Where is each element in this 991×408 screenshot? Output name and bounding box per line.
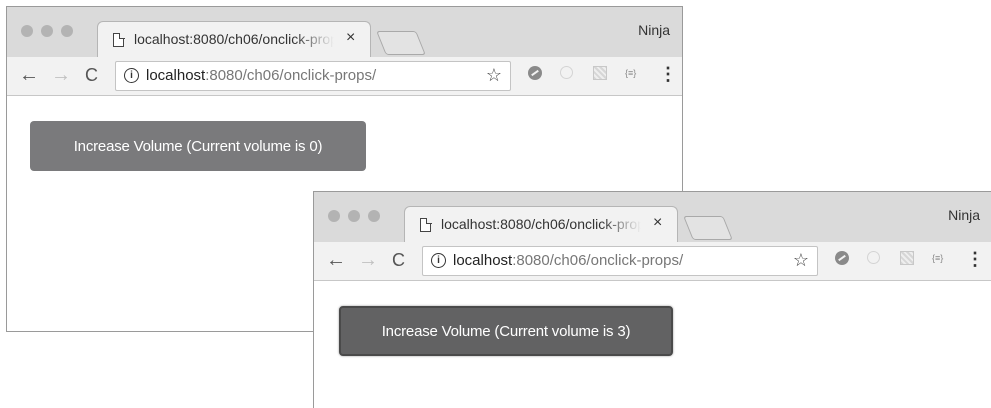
url-text[interactable]: localhost:8080/ch06/onclick-props/: [453, 252, 683, 269]
browser-window-after-clicks: localhost:8080/ch06/onclick-props/ × Nin…: [313, 191, 991, 408]
browser-toolbar: ← → C i localhost:8080/ch06/onclick-prop…: [7, 57, 682, 96]
forward-arrow-icon[interactable]: →: [358, 249, 378, 271]
menu-kebab-icon[interactable]: ⋮: [966, 249, 984, 270]
extension-json-icon[interactable]: {≡}: [932, 251, 952, 265]
profile-name[interactable]: Ninja: [638, 22, 670, 38]
extension-circle-icon[interactable]: [560, 66, 573, 79]
page-content: Increase Volume (Current volume is 3): [314, 281, 991, 408]
reload-icon[interactable]: C: [392, 249, 405, 271]
extension-json-icon[interactable]: {≡}: [625, 66, 645, 80]
menu-kebab-icon[interactable]: ⋮: [659, 64, 677, 85]
extension-grid-icon[interactable]: [900, 251, 914, 265]
profile-name[interactable]: Ninja: [948, 207, 980, 223]
maximize-window-dot[interactable]: [61, 25, 73, 37]
increase-volume-button[interactable]: Increase Volume (Current volume is 0): [30, 121, 366, 171]
new-tab-button[interactable]: [683, 216, 733, 240]
address-bar[interactable]: i localhost:8080/ch06/onclick-props/ ☆: [422, 246, 818, 276]
extension-grid-icon[interactable]: [593, 66, 607, 80]
page-icon: [113, 32, 125, 47]
extension-blocked-icon[interactable]: [835, 251, 849, 265]
bookmark-star-icon[interactable]: ☆: [793, 250, 809, 271]
maximize-window-dot[interactable]: [368, 210, 380, 222]
title-bar: localhost:8080/ch06/onclick-props/ × Nin…: [7, 7, 682, 58]
extension-blocked-icon[interactable]: [528, 66, 542, 80]
browser-tab[interactable]: localhost:8080/ch06/onclick-props/ ×: [97, 21, 371, 58]
info-icon[interactable]: i: [431, 253, 446, 268]
minimize-window-dot[interactable]: [41, 25, 53, 37]
bookmark-star-icon[interactable]: ☆: [486, 65, 502, 86]
url-text[interactable]: localhost:8080/ch06/onclick-props/: [146, 67, 376, 84]
increase-volume-button[interactable]: Increase Volume (Current volume is 3): [339, 306, 673, 356]
tab-title: localhost:8080/ch06/onclick-props/: [134, 31, 334, 47]
browser-toolbar: ← → C i localhost:8080/ch06/onclick-prop…: [314, 242, 991, 281]
page-icon: [420, 217, 432, 232]
minimize-window-dot[interactable]: [348, 210, 360, 222]
back-arrow-icon[interactable]: ←: [19, 64, 39, 86]
new-tab-button[interactable]: [376, 31, 426, 55]
reload-icon[interactable]: C: [85, 64, 98, 86]
tab-close-icon[interactable]: ×: [346, 29, 355, 47]
info-icon[interactable]: i: [124, 68, 139, 83]
extension-circle-icon[interactable]: [867, 251, 880, 264]
tab-title: localhost:8080/ch06/onclick-props/: [441, 216, 641, 232]
browser-tab[interactable]: localhost:8080/ch06/onclick-props/ ×: [404, 206, 678, 243]
title-bar: localhost:8080/ch06/onclick-props/ × Nin…: [314, 192, 991, 243]
forward-arrow-icon[interactable]: →: [51, 64, 71, 86]
tab-close-icon[interactable]: ×: [653, 214, 662, 232]
address-bar[interactable]: i localhost:8080/ch06/onclick-props/ ☆: [115, 61, 511, 91]
close-window-dot[interactable]: [21, 25, 33, 37]
close-window-dot[interactable]: [328, 210, 340, 222]
back-arrow-icon[interactable]: ←: [326, 249, 346, 271]
